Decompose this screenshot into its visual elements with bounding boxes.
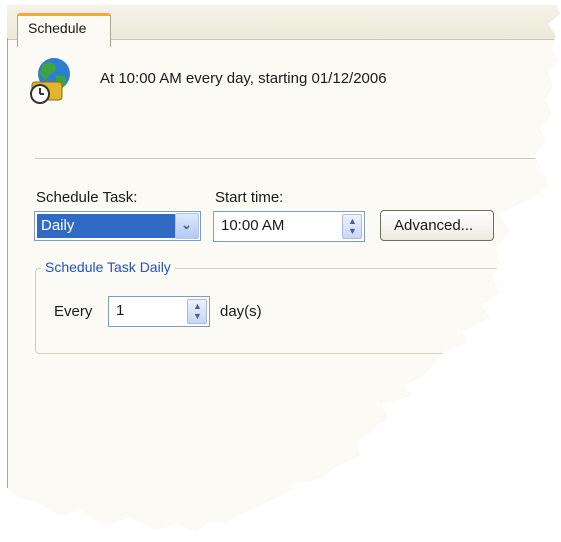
- tab-schedule[interactable]: Schedule: [17, 13, 111, 47]
- dialog-border: [7, 38, 8, 488]
- schedule-dialog: Schedule At 10:00 AM every day, starting…: [7, 5, 560, 532]
- tab-label: Schedule: [28, 20, 87, 36]
- group-legend: Schedule Task Daily: [41, 259, 175, 275]
- dropdown-button[interactable]: ⌄: [175, 213, 199, 239]
- start-time-value: 10:00 AM: [221, 217, 285, 234]
- every-days-stepper[interactable]: 1 ▲ ▼: [108, 296, 210, 327]
- every-days-value: 1: [116, 302, 125, 319]
- every-days-spinner[interactable]: ▲ ▼: [187, 299, 207, 324]
- tab-strip: Schedule: [7, 5, 560, 47]
- spin-up-icon[interactable]: ▲: [193, 302, 202, 311]
- spin-down-icon[interactable]: ▼: [348, 227, 357, 236]
- every-label: Every: [54, 303, 93, 320]
- advanced-button[interactable]: Advanced...: [380, 210, 494, 241]
- schedule-task-select[interactable]: Daily ⌄: [34, 211, 201, 241]
- schedule-task-label: Schedule Task:: [36, 189, 138, 206]
- days-unit-label: day(s): [220, 303, 262, 320]
- chevron-down-icon: ⌄: [181, 217, 192, 232]
- schedule-summary: At 10:00 AM every day, starting 01/12/20…: [100, 70, 387, 87]
- divider: [35, 158, 555, 160]
- start-time-field[interactable]: 10:00 AM ▲ ▼: [213, 211, 365, 242]
- spin-down-icon[interactable]: ▼: [193, 312, 202, 321]
- spin-up-icon[interactable]: ▲: [348, 217, 357, 226]
- start-time-label: Start time:: [215, 189, 284, 206]
- start-time-spinner[interactable]: ▲ ▼: [342, 214, 362, 239]
- globe-clock-icon: [28, 54, 74, 106]
- schedule-task-value: Daily: [37, 214, 175, 238]
